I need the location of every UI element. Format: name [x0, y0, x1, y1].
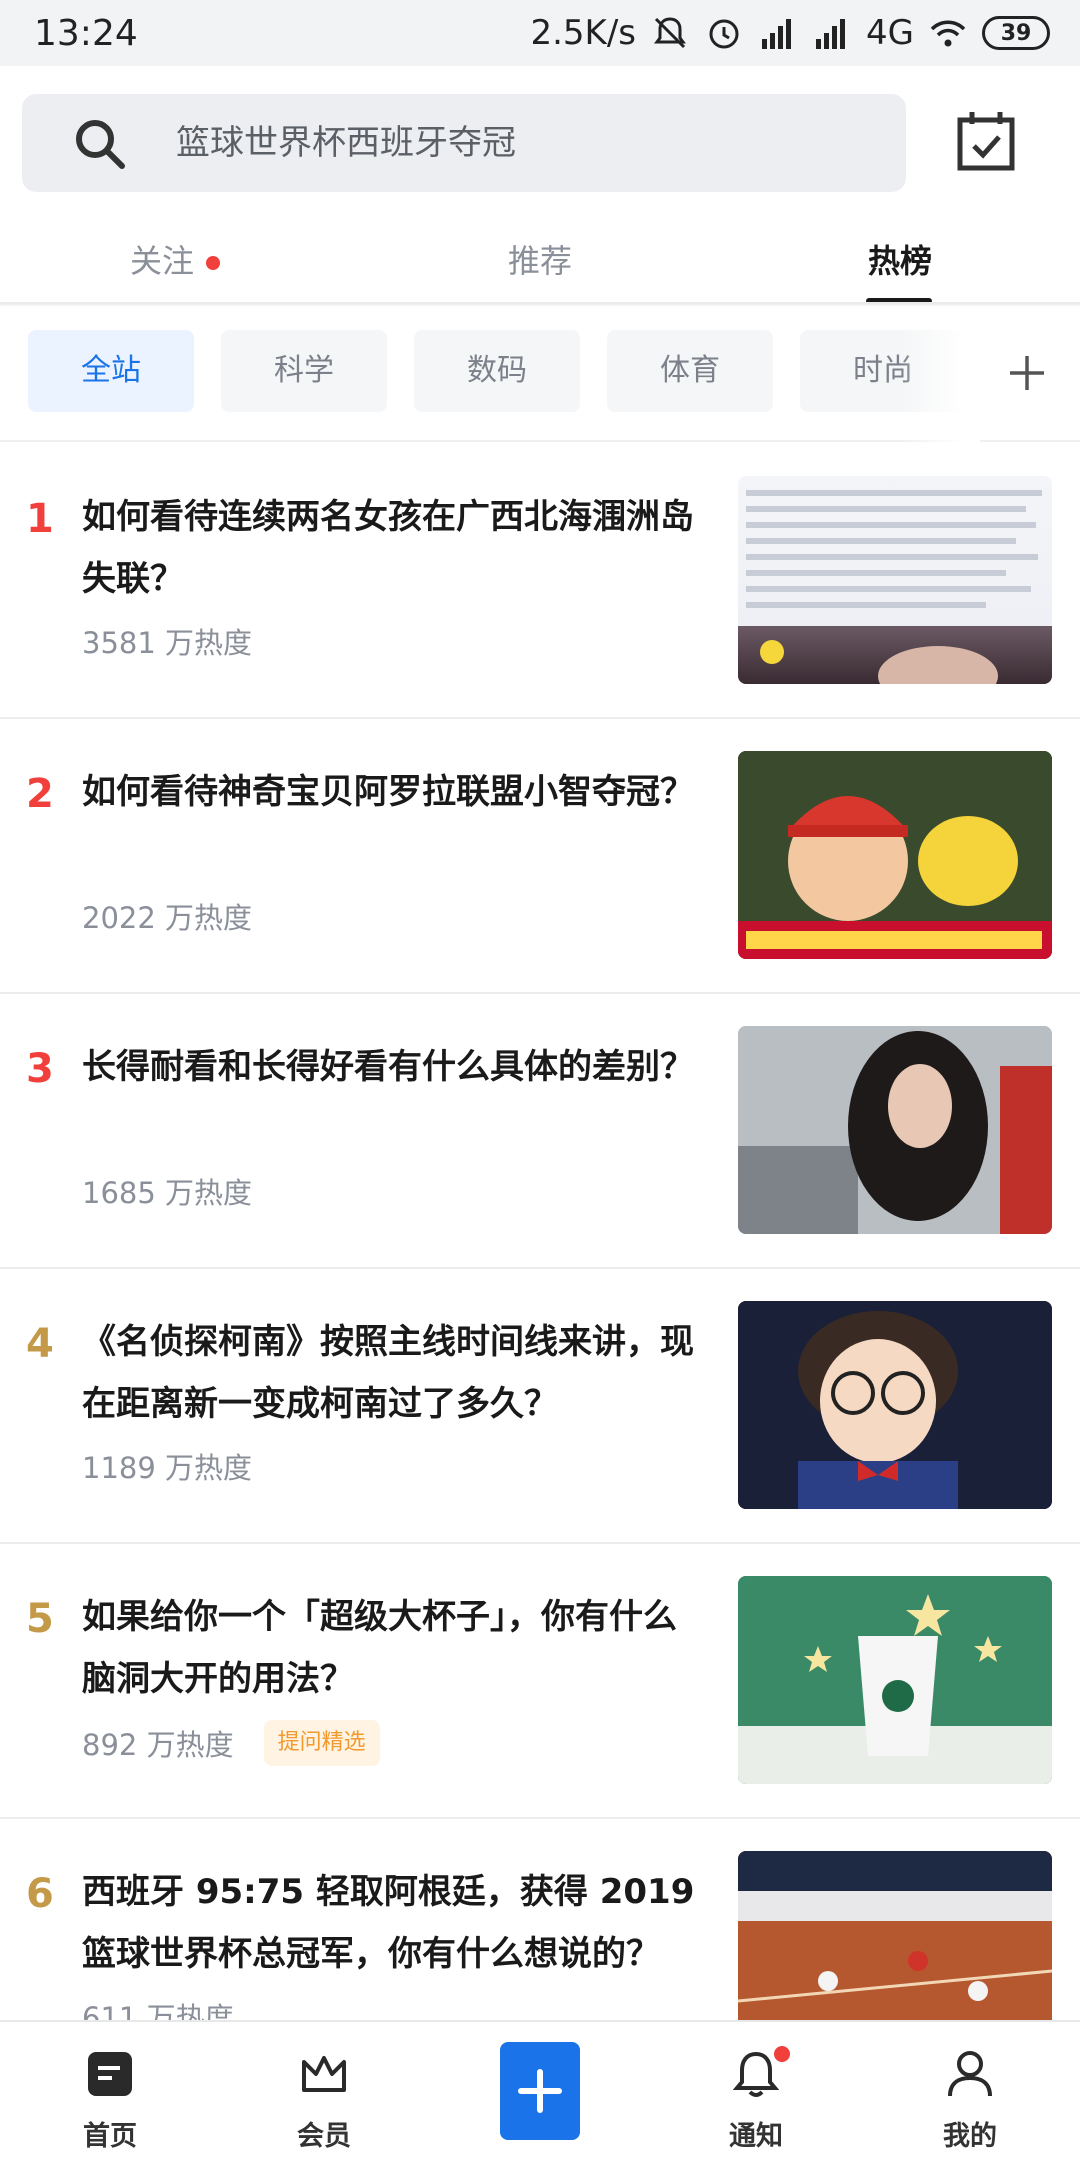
checklist-icon[interactable] [956, 108, 1016, 172]
heat-text: 1189 万热度 [82, 1451, 253, 1485]
tab-follow[interactable]: 关注 [130, 226, 240, 306]
heat-value: 892 万热度 提问精选 [82, 1720, 380, 1766]
tab-recommend[interactable]: 推荐 [460, 226, 620, 306]
net-speed: 2.5K/s [530, 13, 637, 53]
nav-profile[interactable]: 我的 [890, 2022, 1050, 2160]
search-icon [76, 120, 125, 169]
rank-number: 4 [26, 1321, 54, 1367]
item-title: 如果给你一个「超级大杯子」，你有什么脑洞大开的用法？ [82, 1597, 677, 1699]
rank-number: 5 [26, 1596, 54, 1642]
heat-value: 3581 万热度 [82, 620, 252, 662]
signal-2-icon [816, 19, 846, 49]
nav-notifications[interactable]: 通知 [676, 2022, 836, 2160]
cup-illustration-image [738, 1576, 1052, 1784]
list-item[interactable]: 2 如何看待神奇宝贝阿罗拉联盟小智夺冠？ 2022 万热度 [0, 719, 1080, 994]
item-title: 如何看待连续两名女孩在广西北海涠洲岛失联？ [82, 497, 694, 599]
nav-notifications-label: 通知 [729, 2121, 783, 2152]
rank-number: 1 [26, 496, 54, 542]
add-category-icon[interactable] [1008, 354, 1046, 392]
person-icon [948, 2051, 992, 2097]
search-input[interactable]: 篮球世界杯西班牙夺冠 [22, 94, 906, 192]
top-tabs: 关注 推荐 热榜 [0, 226, 1080, 306]
create-button[interactable] [500, 2042, 580, 2140]
chip-sports[interactable]: 体育 [607, 330, 773, 412]
item-title: 如何看待神奇宝贝阿罗拉联盟小智夺冠？ [82, 772, 694, 812]
plus-icon [518, 2069, 562, 2113]
heat-text: 1685 万热度 [82, 1176, 253, 1210]
item-thumbnail [738, 1026, 1052, 1234]
item-thumbnail [738, 476, 1052, 684]
status-bar: 13:24 2.5K/s 4G 39 [0, 0, 1080, 66]
heat-text: 3581 万热度 [82, 626, 253, 660]
item-thumbnail [738, 751, 1052, 959]
item-thumbnail [738, 1576, 1052, 1784]
featured-badge: 提问精选 [263, 1720, 380, 1766]
signal-icon [762, 19, 792, 49]
rank-number: 2 [26, 771, 54, 817]
tab-follow-label: 关注 [130, 242, 195, 280]
notification-dot [772, 2044, 792, 2064]
rank-number: 6 [26, 1871, 54, 1917]
nav-home-label: 首页 [83, 2121, 137, 2152]
unread-dot [206, 256, 220, 270]
anime-conan-image [738, 1301, 1052, 1509]
nav-profile-label: 我的 [943, 2121, 997, 2152]
anime-pokemon-image [738, 751, 1052, 959]
nav-vip[interactable]: 会员 [244, 2022, 404, 2160]
nav-vip-label: 会员 [297, 2121, 351, 2152]
alarm-icon [709, 19, 739, 49]
crown-icon [302, 2056, 346, 2092]
rank-number: 3 [26, 1046, 54, 1092]
heat-value: 1685 万热度 [82, 1170, 252, 1212]
category-bar: 全站 科学 数码 体育 时尚 [0, 306, 1080, 442]
item-title: 西班牙 95:75 轻取阿根廷，获得 2019 篮球世界杯总冠军，你有什么想说的… [82, 1872, 695, 1974]
weibo-screenshot-image [746, 490, 1042, 684]
hot-list: 1 如何看待连续两名女孩在广西北海涠洲岛失联？ 3581 万热度 2 如何看待神… [0, 444, 1080, 2094]
chip-science[interactable]: 科学 [221, 330, 387, 412]
network-type: 4G [866, 13, 914, 53]
heat-value: 2022 万热度 [82, 895, 252, 937]
heat-text: 2022 万热度 [82, 901, 253, 935]
tab-hot-list[interactable]: 热榜 [830, 226, 970, 306]
list-item[interactable]: 4 《名侦探柯南》按照主线时间线来讲，现在距离新一变成柯南过了多久？ 1189 … [0, 1269, 1080, 1544]
bottom-nav: 首页 会员 通知 我的 [0, 2020, 1080, 2160]
list-item[interactable]: 5 如果给你一个「超级大杯子」，你有什么脑洞大开的用法？ 892 万热度 提问精… [0, 1544, 1080, 1819]
chip-digital[interactable]: 数码 [414, 330, 580, 412]
heat-value: 1189 万热度 [82, 1445, 252, 1487]
home-icon [88, 2052, 132, 2096]
item-title: 长得耐看和长得好看有什么具体的差别？ [82, 1047, 694, 1087]
chip-fade [900, 306, 980, 442]
item-thumbnail [738, 1301, 1052, 1509]
nav-home[interactable]: 首页 [30, 2022, 190, 2160]
chip-all[interactable]: 全站 [28, 330, 194, 412]
heat-text: 892 万热度 [82, 1728, 234, 1762]
portrait-photo-image [738, 1026, 1052, 1234]
list-item[interactable]: 3 长得耐看和长得好看有什么具体的差别？ 1685 万热度 [0, 994, 1080, 1269]
app-screen: 13:24 2.5K/s 4G 39 篮球世界杯西班牙夺冠 关注 推荐 热榜 全… [0, 0, 1080, 2160]
battery-icon: 39 [982, 16, 1050, 50]
list-item[interactable]: 1 如何看待连续两名女孩在广西北海涠洲岛失联？ 3581 万热度 [0, 444, 1080, 719]
status-indicators: 2.5K/s 4G 39 [530, 13, 1050, 53]
search-placeholder: 篮球世界杯西班牙夺冠 [176, 123, 516, 163]
item-title: 《名侦探柯南》按照主线时间线来讲，现在距离新一变成柯南过了多久？ [82, 1322, 694, 1424]
header: 篮球世界杯西班牙夺冠 关注 推荐 热榜 [0, 66, 1080, 306]
wifi-icon [930, 20, 966, 47]
bell-muted-icon [654, 17, 687, 49]
status-time: 13:24 [34, 12, 138, 54]
